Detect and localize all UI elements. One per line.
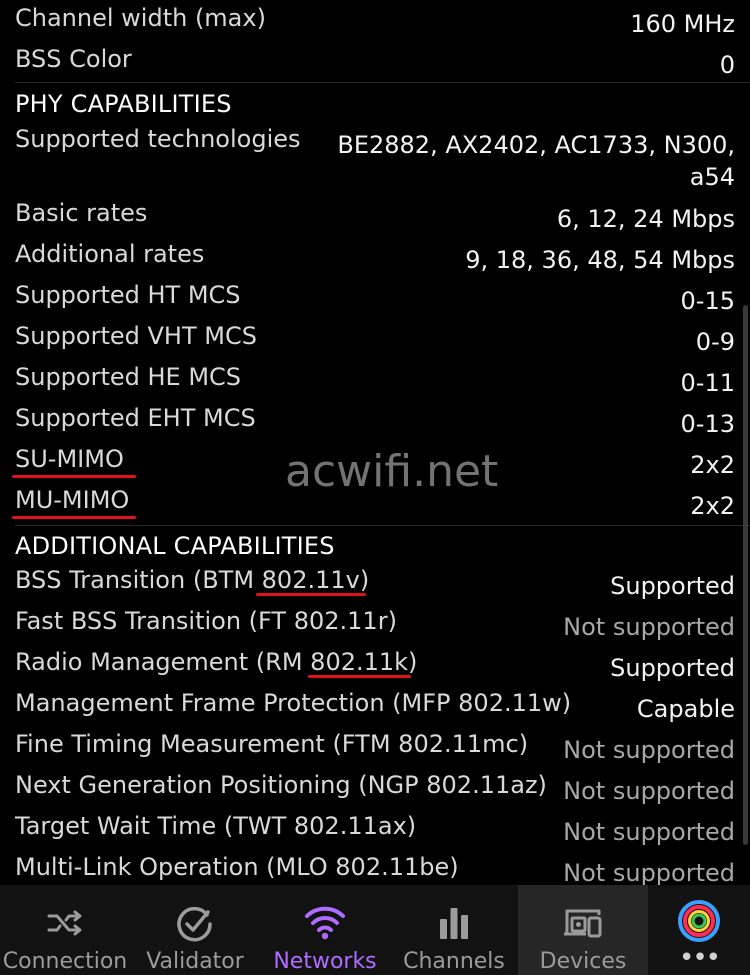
row-label: Additional rates <box>15 240 205 268</box>
row-label: Multi-Link Operation (MLO 802.11be) <box>15 853 459 881</box>
divider <box>15 82 750 83</box>
nav-networks[interactable]: Networks <box>260 885 390 975</box>
nav-label: Validator <box>146 949 244 974</box>
row-label: Supported HE MCS <box>15 363 242 391</box>
row-label: Supported EHT MCS <box>15 404 256 432</box>
row-label: MU-MIMO <box>15 486 130 514</box>
row-value: Not supported <box>563 736 735 764</box>
row-label: Supported technologies <box>15 125 301 153</box>
detail-row: Fast BSS Transition (FT 802.11r) Not sup… <box>0 606 750 646</box>
detail-row: BSS Transition (BTM 802.11v) Supported <box>0 565 750 605</box>
detail-row: Radio Management (RM 802.11k) Supported <box>0 647 750 687</box>
row-value: Supported <box>610 572 735 600</box>
nav-more[interactable]: ••• <box>648 885 750 975</box>
row-label: BSS Color <box>15 45 132 73</box>
nav-connection[interactable]: Connection <box>0 885 130 975</box>
row-value: 9, 18, 36, 48, 54 Mbps <box>465 246 735 274</box>
section-title-additional: ADDITIONAL CAPABILITIES <box>15 532 335 560</box>
row-value: Supported <box>610 654 735 682</box>
row-value: 0-11 <box>680 369 735 397</box>
detail-row: BSS Color 0 <box>0 44 750 84</box>
nav-label: Devices <box>539 949 627 974</box>
bottom-navigation: Connection Validator Networks Channels D… <box>0 885 750 975</box>
wifi-icon <box>303 903 347 947</box>
row-value: Capable <box>636 695 735 723</box>
row-label: Basic rates <box>15 199 148 227</box>
detail-row: Supported VHT MCS 0-9 <box>0 321 750 361</box>
app-screen: Channel width (max) 160 MHz BSS Color 0 … <box>0 0 750 975</box>
nav-label: Channels <box>403 949 505 974</box>
row-value: 6, 12, 24 Mbps <box>556 205 735 233</box>
row-value: Not supported <box>563 818 735 846</box>
row-label: Target Wait Time (TWT 802.11ax) <box>15 812 417 840</box>
row-label: Radio Management (RM 802.11k) <box>15 648 418 676</box>
detail-row: Supported HE MCS 0-11 <box>0 362 750 402</box>
scrollbar[interactable] <box>743 305 748 845</box>
row-label: Channel width (max) <box>15 4 266 32</box>
nav-label: Networks <box>273 949 377 974</box>
mu-mimo-underline <box>12 516 136 519</box>
row-value: 2x2 <box>690 451 735 479</box>
row-value: 2x2 <box>690 492 735 520</box>
nav-validator[interactable]: Validator <box>130 885 260 975</box>
row-value: BE2882, AX2402, AC1733, N300, a54 <box>337 131 735 191</box>
row-value: 0-15 <box>680 287 735 315</box>
detail-row: Next Generation Positioning (NGP 802.11a… <box>0 770 750 810</box>
detail-row: Management Frame Protection (MFP 802.11w… <box>0 688 750 728</box>
row-value: Not supported <box>563 859 735 885</box>
devices-icon <box>561 903 605 947</box>
detail-row: Additional rates 9, 18, 36, 48, 54 Mbps <box>0 239 750 279</box>
row-value: 0-13 <box>680 410 735 438</box>
row-label: SU-MIMO <box>15 445 124 473</box>
row-value: 0-9 <box>695 328 735 356</box>
divider <box>15 525 750 526</box>
row-value: Not supported <box>563 777 735 805</box>
detail-row: Basic rates 6, 12, 24 Mbps <box>0 198 750 238</box>
watermark: acwifi.net <box>285 446 499 497</box>
row-label: Management Frame Protection (MFP 802.11w… <box>15 689 572 717</box>
detail-row: Target Wait Time (TWT 802.11ax) Not supp… <box>0 811 750 851</box>
row-value: Not supported <box>563 613 735 641</box>
detail-row: Multi-Link Operation (MLO 802.11be) Not … <box>0 852 750 885</box>
btm-underline <box>256 593 366 596</box>
row-label: BSS Transition (BTM 802.11v) <box>15 566 370 594</box>
row-label: Supported VHT MCS <box>15 322 257 350</box>
su-mimo-underline <box>12 475 136 478</box>
row-label: Fine Timing Measurement (FTM 802.11mc) <box>15 730 529 758</box>
section-title-phy: PHY CAPABILITIES <box>15 90 232 118</box>
detail-row: Channel width (max) 160 MHz <box>0 3 750 43</box>
bar-chart-icon <box>436 903 472 947</box>
more-dots: ••• <box>678 943 721 973</box>
detail-row: Supported technologies BE2882, AX2402, A… <box>0 124 750 194</box>
nav-label: Connection <box>2 949 128 974</box>
row-label: Supported HT MCS <box>15 281 241 309</box>
row-value: 0 <box>719 51 735 79</box>
row-label: Next Generation Positioning (NGP 802.11a… <box>15 771 547 799</box>
row-value: 160 MHz <box>630 10 735 38</box>
nav-devices[interactable]: Devices <box>518 885 648 975</box>
detail-row: Fine Timing Measurement (FTM 802.11mc) N… <box>0 729 750 769</box>
connection-shuffle-icon <box>45 903 85 947</box>
row-label: Fast BSS Transition (FT 802.11r) <box>15 607 397 635</box>
rm-underline <box>308 675 411 678</box>
detail-row: Supported EHT MCS 0-13 <box>0 403 750 443</box>
detail-row: Supported HT MCS 0-15 <box>0 280 750 320</box>
app-logo-icon <box>677 899 721 947</box>
nav-channels[interactable]: Channels <box>390 885 518 975</box>
validator-check-icon <box>174 903 216 949</box>
